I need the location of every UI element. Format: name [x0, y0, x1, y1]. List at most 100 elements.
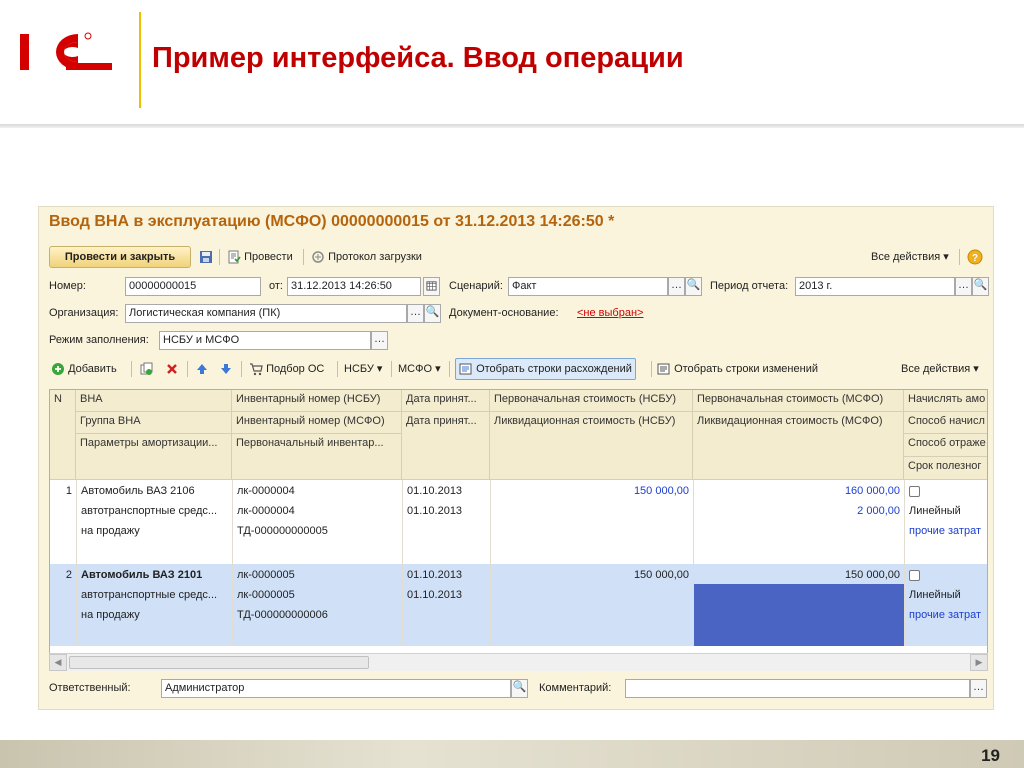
search-icon: 🔍 [686, 279, 701, 291]
cell-inv-msfo[interactable]: лк-0000005 [233, 585, 402, 605]
table-all-actions-menu[interactable]: Все действия ▾ [901, 359, 979, 379]
header-divider [139, 12, 141, 108]
cell-asset[interactable]: Автомобиль ВАЗ 2106 [77, 481, 232, 501]
period-select-button[interactable]: … [955, 277, 972, 296]
column-header-liq-nsbu[interactable]: Ликвидационная стоимость (НСБУ) [490, 412, 693, 480]
move-down-button[interactable] [219, 359, 233, 379]
column-header-life[interactable]: Срок полезног [904, 457, 987, 480]
select-os-button[interactable]: Подбор ОС [249, 359, 324, 379]
cell-cost-nsbu[interactable]: 150 000,00 [491, 565, 693, 585]
cell-cost-msfo[interactable]: 160 000,00 [694, 481, 904, 501]
help-button[interactable]: ? [967, 247, 983, 267]
post-button[interactable]: Провести [227, 247, 293, 267]
save-button[interactable] [199, 247, 213, 267]
period-open-button[interactable]: 🔍 [972, 277, 989, 296]
cell-inv-msfo[interactable]: лк-0000004 [233, 501, 402, 521]
column-header-date-nsbu[interactable]: Дата принят... [402, 390, 490, 412]
column-header-inv-nsbu[interactable]: Инвентарный номер (НСБУ) [232, 390, 402, 412]
msfo-menu[interactable]: МСФО ▾ [398, 359, 441, 379]
add-row-button[interactable]: Добавить [51, 359, 117, 379]
post-and-close-button[interactable]: Провести и закрыть [49, 246, 191, 268]
cell-asset-group[interactable]: автотранспортные средс... [77, 501, 232, 521]
cell-date-nsbu[interactable]: 01.10.2013 [403, 565, 490, 585]
cell-cost-nsbu[interactable]: 150 000,00 [491, 481, 693, 501]
number-field[interactable]: 00000000015 [125, 277, 261, 296]
column-header-accrue[interactable]: Начислять амо [904, 390, 987, 412]
column-header-n[interactable]: N [50, 390, 76, 480]
row-gap [50, 552, 987, 564]
cell-amort-params[interactable]: на продажу [77, 521, 232, 541]
column-header-method[interactable]: Способ начисл [904, 412, 987, 434]
cell-reflect[interactable]: прочие затрат [905, 605, 987, 625]
nsbu-menu[interactable]: НСБУ ▾ [344, 359, 382, 379]
cell-inv-initial[interactable]: ТД-000000000005 [233, 521, 402, 541]
scenario-select-button[interactable]: … [668, 277, 685, 296]
organization-open-button[interactable]: 🔍 [424, 304, 441, 323]
protocol-button-label: Протокол загрузки [328, 251, 422, 263]
search-icon: 🔍 [973, 279, 988, 291]
cell-liq-msfo[interactable]: 2 000,00 [694, 501, 904, 521]
organization-select-button[interactable]: … [407, 304, 424, 323]
scroll-right-icon[interactable]: ▶ [970, 654, 988, 671]
cell-date-nsbu[interactable]: 01.10.2013 [403, 481, 490, 501]
cell-amort-params[interactable]: на продажу [77, 605, 232, 625]
column-header-inv-initial[interactable]: Первоначальный инвентар... [232, 434, 402, 480]
assets-table: N ВНА Группа ВНА Параметры амортизации..… [49, 389, 988, 671]
comment-field[interactable] [625, 679, 970, 698]
copy-row-button[interactable] [139, 359, 153, 379]
basis-document-link[interactable]: <не выбран> [577, 304, 643, 323]
cell-method[interactable]: Линейный [905, 501, 987, 521]
scroll-left-icon[interactable]: ◀ [49, 654, 67, 671]
move-up-button[interactable] [195, 359, 209, 379]
scrollbar-thumb[interactable] [69, 656, 369, 669]
help-icon: ? [967, 249, 983, 265]
date-field[interactable]: 31.12.2013 14:26:50 [287, 277, 421, 296]
cell-inv-nsbu[interactable]: лк-0000005 [233, 565, 402, 585]
accrue-checkbox[interactable] [909, 485, 920, 497]
fill-mode-label: Режим заполнения: [49, 334, 149, 346]
cell-accrue[interactable] [905, 565, 987, 585]
comment-select-button[interactable]: … [970, 679, 987, 698]
cell-inv-nsbu[interactable]: лк-0000004 [233, 481, 402, 501]
column-header-asset-group[interactable]: Группа ВНА [76, 412, 232, 434]
all-actions-menu[interactable]: Все действия ▾ [871, 247, 949, 267]
column-header-liq-msfo[interactable]: Ликвидационная стоимость (МСФО) [693, 412, 904, 480]
column-header-cost-msfo[interactable]: Первоначальная стоимость (МСФО) [693, 390, 904, 412]
selected-cell[interactable] [694, 584, 904, 646]
column-header-cost-nsbu[interactable]: Первоначальная стоимость (НСБУ) [490, 390, 693, 412]
cell-cost-msfo[interactable]: 150 000,00 [694, 565, 904, 585]
delete-row-button[interactable] [165, 359, 179, 379]
scenario-open-button[interactable]: 🔍 [685, 277, 702, 296]
cell-accrue[interactable] [905, 481, 987, 501]
filter-icon [657, 363, 670, 375]
fill-mode-field[interactable]: НСБУ и МСФО [159, 331, 371, 350]
period-field[interactable]: 2013 г. [795, 277, 955, 296]
column-header-inv-msfo[interactable]: Инвентарный номер (МСФО) [232, 412, 402, 434]
accrue-checkbox[interactable] [909, 569, 920, 581]
show-diff-rows-button[interactable]: Отобрать строки расхождений [455, 358, 636, 380]
cell-asset-group[interactable]: автотранспортные средс... [77, 585, 232, 605]
cell-method[interactable]: Линейный [905, 585, 987, 605]
cell-date-msfo[interactable]: 01.10.2013 [403, 501, 490, 521]
ellipsis-icon: … [671, 279, 682, 291]
fill-mode-select-button[interactable]: … [371, 331, 388, 350]
scenario-field[interactable]: Факт [508, 277, 668, 296]
cell-date-msfo[interactable]: 01.10.2013 [403, 585, 490, 605]
protocol-button[interactable]: Протокол загрузки [311, 247, 422, 267]
1c-logo-icon [20, 32, 112, 70]
responsible-open-button[interactable]: 🔍 [511, 679, 528, 698]
column-header-asset[interactable]: ВНА [76, 390, 232, 412]
search-icon: 🔍 [512, 681, 527, 693]
cell-inv-initial[interactable]: ТД-000000000006 [233, 605, 402, 625]
responsible-field[interactable]: Администратор [161, 679, 511, 698]
column-header-amort-params[interactable]: Параметры амортизации... [76, 434, 232, 480]
cell-reflect[interactable]: прочие затрат [905, 521, 987, 541]
column-header-date-msfo[interactable]: Дата принят... [402, 412, 490, 480]
column-header-reflect[interactable]: Способ отраже [904, 434, 987, 457]
calendar-button[interactable] [423, 277, 440, 296]
date-label: от: [269, 280, 283, 292]
horizontal-scrollbar[interactable]: ◀ ▶ [49, 653, 988, 671]
cell-asset[interactable]: Автомобиль ВАЗ 2101 [77, 565, 232, 585]
organization-field[interactable]: Логистическая компания (ПК) [125, 304, 407, 323]
show-changed-rows-button[interactable]: Отобрать строки изменений [657, 359, 818, 379]
